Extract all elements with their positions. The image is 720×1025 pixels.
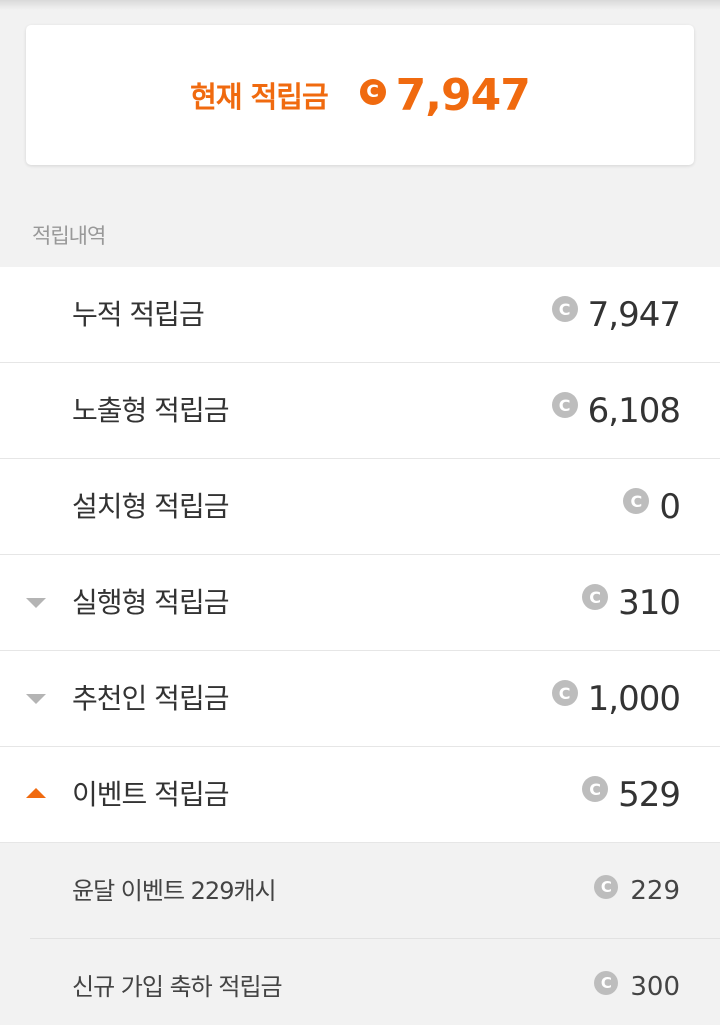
- cash-coin-icon: C: [594, 875, 619, 899]
- row-label: 노출형 적립금: [72, 394, 229, 427]
- row-label: 누적 적립금: [72, 298, 205, 331]
- row-value: 1,000: [587, 679, 681, 719]
- row-amount: C 7,947: [551, 267, 681, 363]
- row-value: 310: [618, 583, 681, 623]
- row-install-points: 설치형 적립금 C 0: [0, 459, 720, 555]
- event-points-detail-list: 윤달 이벤트 229캐시 C 229 신규 가입 축하 적립금 C 300: [0, 843, 720, 1025]
- event-item: 윤달 이벤트 229캐시 C 229: [30, 843, 720, 939]
- row-amount: C 6,108: [551, 363, 681, 459]
- row-amount: C 529: [582, 747, 681, 843]
- current-balance-value: 7,947: [395, 69, 531, 121]
- row-event-points[interactable]: 이벤트 적립금 C 529: [0, 747, 720, 843]
- cash-coin-icon: C: [551, 392, 578, 418]
- cash-coin-icon: C: [582, 776, 609, 802]
- chevron-down-icon[interactable]: [26, 598, 46, 608]
- cash-coin-icon: C: [359, 79, 386, 105]
- cash-coin-icon: C: [551, 680, 578, 706]
- event-item-label: 신규 가입 축하 적립금: [72, 973, 283, 1001]
- cash-coin-icon: C: [623, 488, 650, 514]
- current-balance-label: 현재 적립금: [190, 80, 328, 114]
- cash-coin-icon: C: [582, 584, 609, 610]
- event-item-amount: C 300: [594, 939, 680, 1025]
- top-shadow: [0, 0, 720, 10]
- event-item: 신규 가입 축하 적립금 C 300: [30, 939, 720, 1025]
- row-amount: C 1,000: [551, 651, 681, 747]
- row-value: 6,108: [587, 391, 681, 431]
- section-label-history: 적립내역: [32, 224, 106, 248]
- row-value: 529: [618, 775, 681, 815]
- event-item-value: 300: [630, 972, 680, 1002]
- cash-coin-icon: C: [594, 971, 619, 995]
- row-label: 추천인 적립금: [72, 682, 229, 715]
- event-item-amount: C 229: [594, 843, 680, 939]
- row-label: 이벤트 적립금: [72, 778, 229, 811]
- chevron-down-icon[interactable]: [26, 694, 46, 704]
- row-label: 실행형 적립금: [72, 586, 229, 619]
- row-exposure-points: 노출형 적립금 C 6,108: [0, 363, 720, 459]
- row-label: 설치형 적립금: [72, 490, 229, 523]
- cash-coin-icon: C: [551, 296, 578, 322]
- current-balance-card: 현재 적립금 C 7,947: [26, 25, 694, 165]
- row-value: 7,947: [587, 295, 681, 335]
- event-item-value: 229: [630, 876, 680, 906]
- points-history-list: 누적 적립금 C 7,947 노출형 적립금 C 6,108 설치형 적립금 C…: [0, 267, 720, 1025]
- row-accumulated-points: 누적 적립금 C 7,947: [0, 267, 720, 363]
- row-referral-points[interactable]: 추천인 적립금 C 1,000: [0, 651, 720, 747]
- row-amount: C 310: [582, 555, 681, 651]
- chevron-up-icon[interactable]: [26, 788, 46, 798]
- row-value: 0: [659, 487, 681, 527]
- event-item-label: 윤달 이벤트 229캐시: [72, 877, 277, 905]
- row-execution-points[interactable]: 실행형 적립금 C 310: [0, 555, 720, 651]
- row-amount: C 0: [623, 459, 681, 555]
